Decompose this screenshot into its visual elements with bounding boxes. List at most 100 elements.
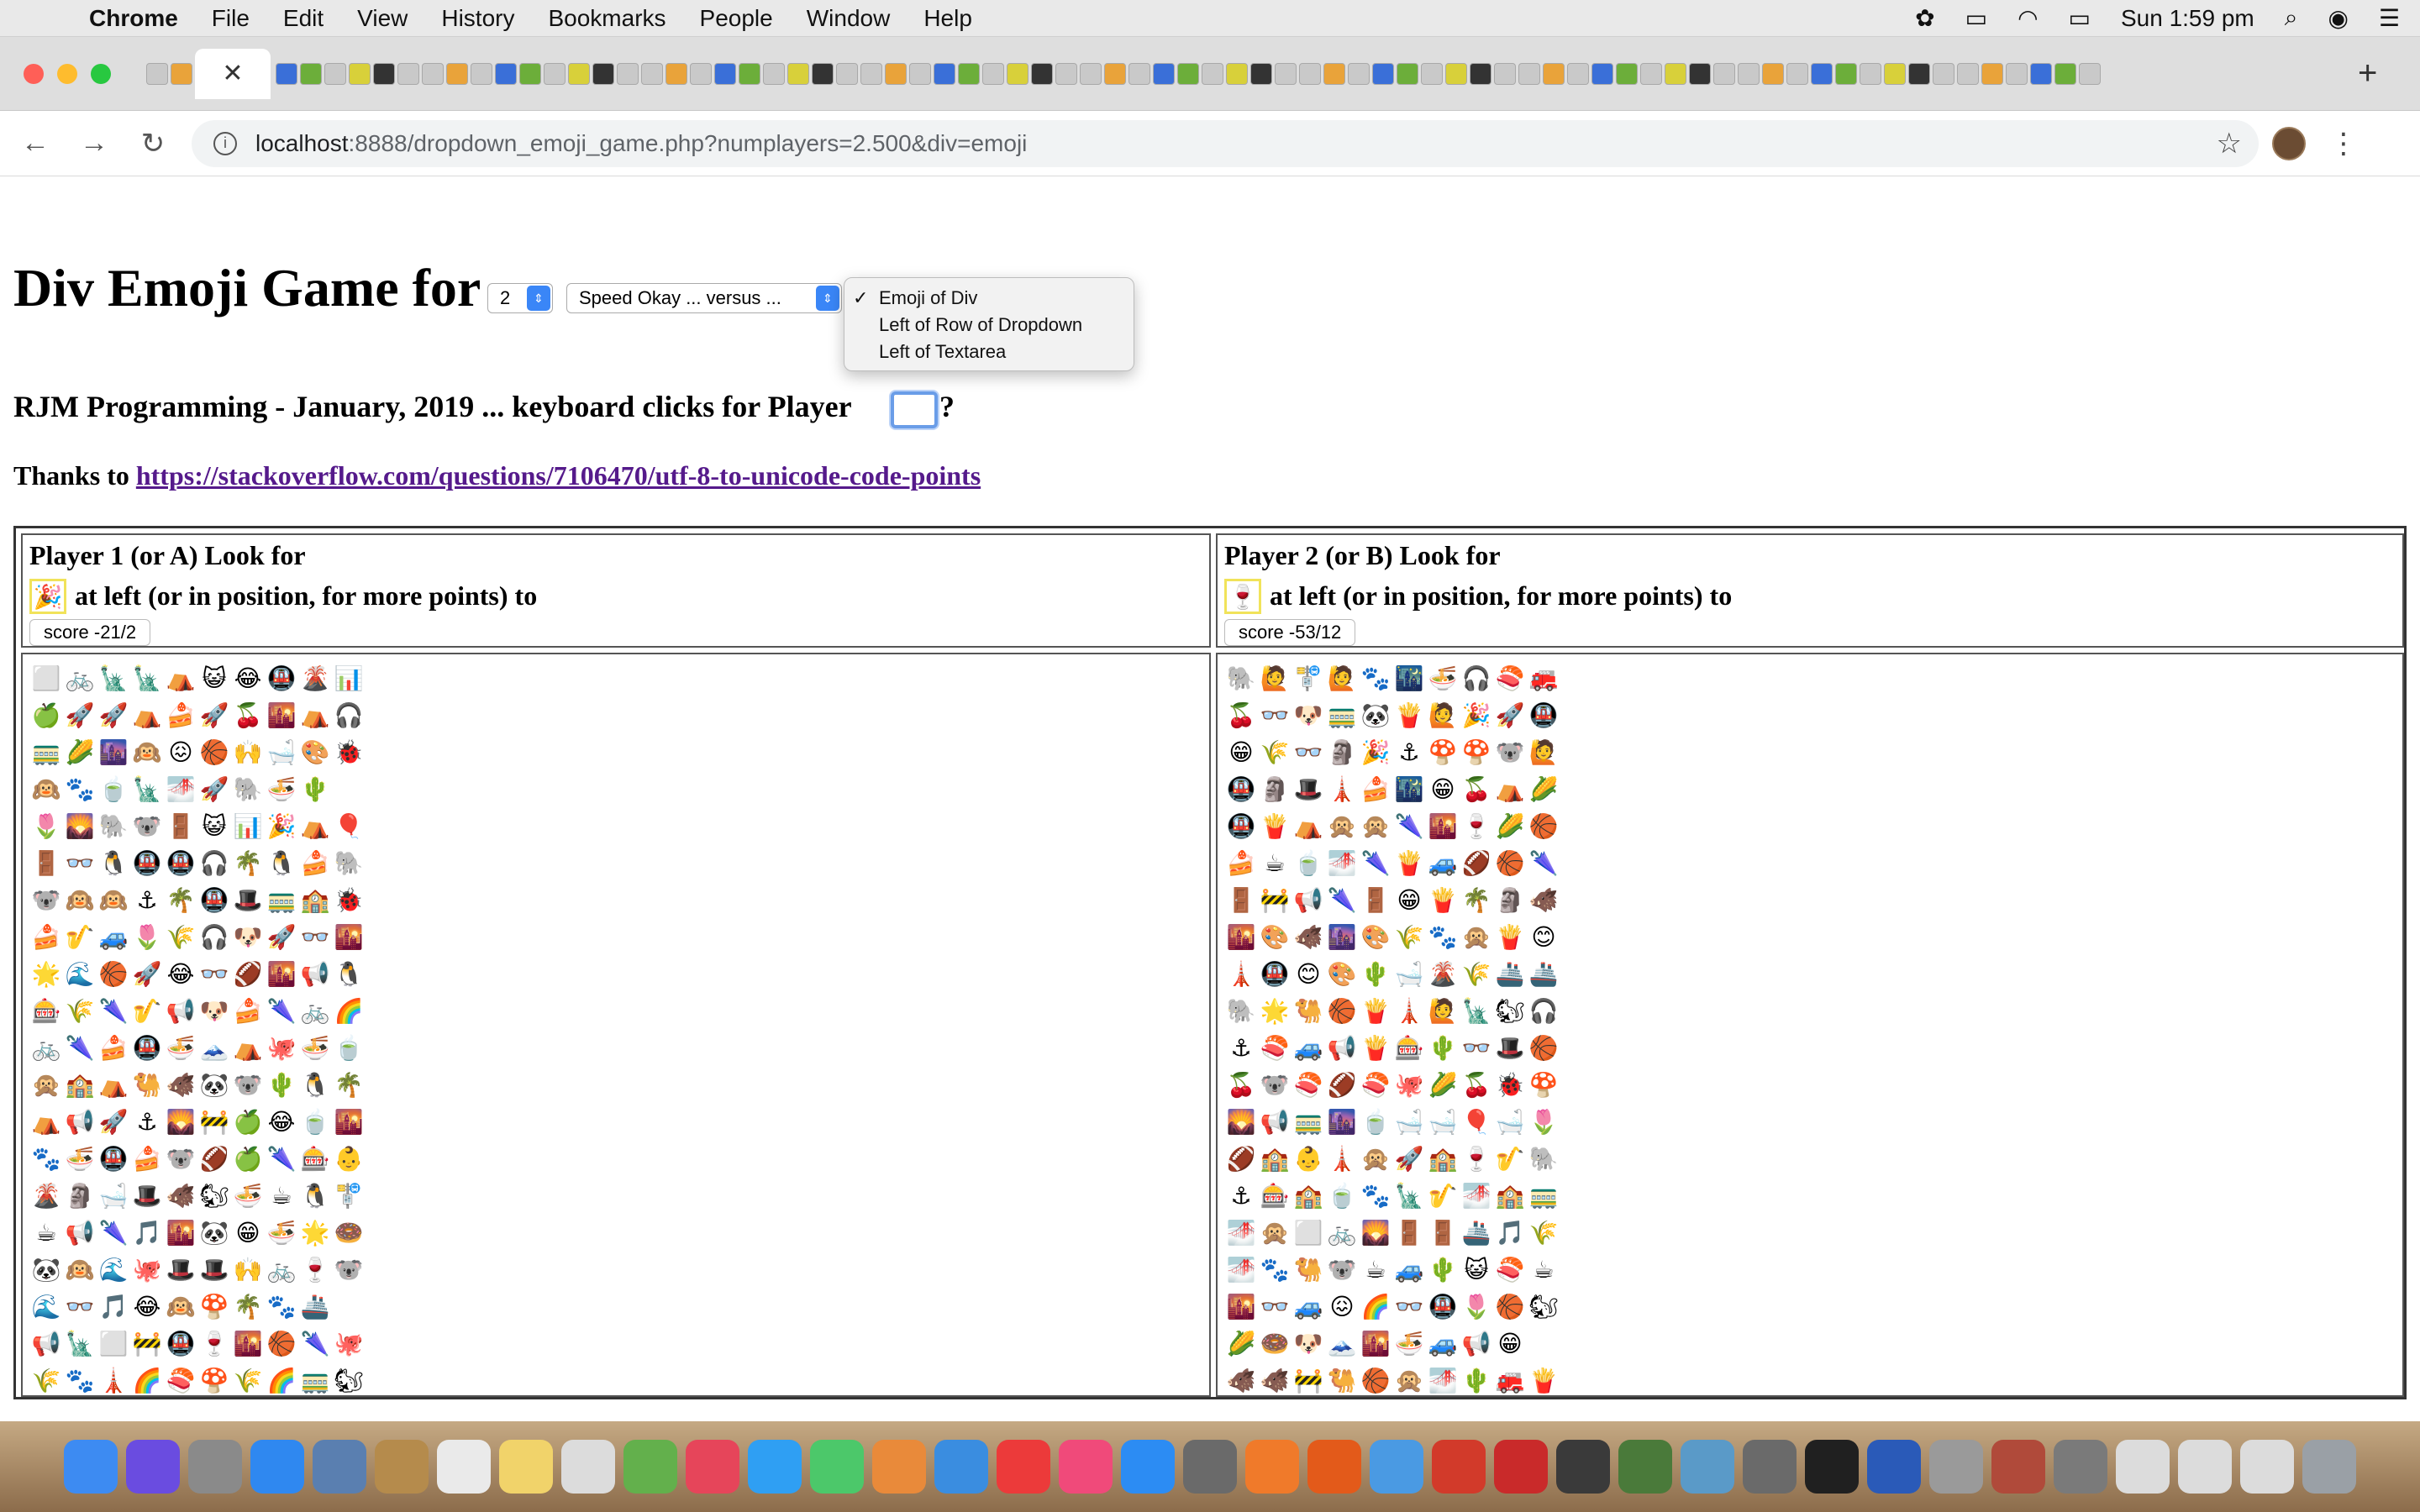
dock-app-icon[interactable] xyxy=(1494,1440,1548,1494)
browser-tab[interactable] xyxy=(1860,62,1881,85)
emoji-cell[interactable]: 🌇 xyxy=(1359,1325,1392,1362)
emoji-cell[interactable]: 🌊 xyxy=(63,955,97,992)
emoji-cell[interactable]: 🐨 xyxy=(1325,1251,1359,1288)
emoji-cell[interactable]: 😂 xyxy=(164,955,197,992)
browser-tab[interactable] xyxy=(1908,62,1930,85)
emoji-cell[interactable]: 🚲 xyxy=(1325,1214,1359,1251)
num-players-select[interactable]: 2 ⇕ xyxy=(487,283,553,313)
emoji-cell[interactable]: 🚒 xyxy=(1493,1362,1527,1399)
emoji-cell[interactable]: ⬜ xyxy=(1292,1214,1325,1251)
emoji-cell[interactable]: ⛺ xyxy=(298,807,332,844)
emoji-cell[interactable]: 🎵 xyxy=(97,1288,130,1325)
emoji-cell[interactable]: 🍏 xyxy=(29,696,63,733)
dock-app-icon[interactable] xyxy=(1991,1440,2045,1494)
emoji-cell[interactable]: 👓 xyxy=(197,955,231,992)
emoji-cell[interactable]: 🌴 xyxy=(231,844,265,881)
emoji-cell[interactable]: 🛁 xyxy=(265,733,298,770)
emoji-cell[interactable]: 🐾 xyxy=(1258,1251,1292,1288)
emoji-cell[interactable]: 🗽 xyxy=(130,770,164,807)
emoji-cell[interactable]: 🚙 xyxy=(1426,844,1460,881)
emoji-cell[interactable]: 🍰 xyxy=(1224,844,1258,881)
dock-app-icon[interactable] xyxy=(2054,1440,2107,1494)
dock-app-icon[interactable] xyxy=(2240,1440,2294,1494)
emoji-cell[interactable]: 🍜 xyxy=(1392,1325,1426,1362)
emoji-cell[interactable]: 🏀 xyxy=(197,733,231,770)
menu-app-chrome[interactable]: Chrome xyxy=(89,5,178,32)
emoji-cell[interactable]: 🌋 xyxy=(1426,955,1460,992)
emoji-cell[interactable]: 🍟 xyxy=(1493,918,1527,955)
emoji-cell[interactable]: 🌟 xyxy=(298,1214,332,1251)
emoji-cell[interactable]: 🚒 xyxy=(1527,659,1560,696)
emoji-cell[interactable]: 🐿 xyxy=(1527,1288,1560,1325)
browser-tab[interactable] xyxy=(1933,62,1954,85)
emoji-cell[interactable]: 🌵 xyxy=(265,1066,298,1103)
emoji-cell[interactable]: 🌈 xyxy=(130,1362,164,1399)
dock-app-icon[interactable] xyxy=(561,1440,615,1494)
emoji-cell[interactable]: 🚢 xyxy=(298,1288,332,1325)
emoji-cell[interactable]: 📢 xyxy=(1258,1103,1292,1140)
emoji-cell[interactable]: 😖 xyxy=(164,733,197,770)
emoji-cell[interactable]: 😁 xyxy=(1392,881,1426,918)
browser-tab[interactable] xyxy=(1275,62,1297,85)
emoji-cell[interactable]: ⛺ xyxy=(29,1103,63,1140)
browser-tab[interactable] xyxy=(1470,62,1491,85)
emoji-cell[interactable]: 🌂 xyxy=(63,1029,97,1066)
browser-tab[interactable] xyxy=(495,62,517,85)
emoji-cell[interactable]: 🙋 xyxy=(1325,659,1359,696)
emoji-cell[interactable]: 🚙 xyxy=(1292,1029,1325,1066)
emoji-cell[interactable]: 🍰 xyxy=(231,992,265,1029)
emoji-cell[interactable]: 🙋 xyxy=(1258,659,1292,696)
emoji-cell[interactable]: 🌂 xyxy=(265,1140,298,1177)
player-key-input[interactable] xyxy=(891,391,938,428)
emoji-cell[interactable]: 🐨 xyxy=(130,807,164,844)
address-bar[interactable]: i localhost :8888/dropdown_emoji_game.ph… xyxy=(192,119,2259,167)
emoji-cell[interactable]: 🐼 xyxy=(197,1066,231,1103)
emoji-cell[interactable]: 🎈 xyxy=(1460,1103,1493,1140)
emoji-cell[interactable]: 🍒 xyxy=(1460,1066,1493,1103)
browser-tab[interactable] xyxy=(1250,62,1272,85)
emoji-cell[interactable]: 🍩 xyxy=(332,1214,366,1251)
emoji-cell[interactable]: 🍒 xyxy=(1460,770,1493,807)
emoji-cell[interactable]: 🏫 xyxy=(298,881,332,918)
player-1-score-button[interactable]: score -21/2 xyxy=(29,619,151,646)
emoji-cell[interactable]: 🌇 xyxy=(332,1103,366,1140)
emoji-cell[interactable]: 🙋 xyxy=(1527,733,1560,770)
browser-tab[interactable] xyxy=(1665,62,1686,85)
browser-tab[interactable] xyxy=(1884,62,1906,85)
dock-app-icon[interactable] xyxy=(188,1440,242,1494)
dock-app-icon[interactable] xyxy=(375,1440,429,1494)
emoji-cell[interactable]: 🗼 xyxy=(1325,770,1359,807)
emoji-cell[interactable]: 🏀 xyxy=(1527,807,1560,844)
emoji-cell[interactable]: 🌁 xyxy=(1426,1362,1460,1399)
emoji-cell[interactable]: 🍵 xyxy=(298,1103,332,1140)
emoji-cell[interactable]: 🍟 xyxy=(1258,807,1292,844)
mode-option-emoji-of-div[interactable]: ✓ Emoji of Div xyxy=(844,285,1134,312)
emoji-cell[interactable]: 🚙 xyxy=(1292,1288,1325,1325)
emoji-cell[interactable]: 🏈 xyxy=(197,1140,231,1177)
emoji-cell[interactable]: 🙉 xyxy=(29,770,63,807)
emoji-cell[interactable]: 🐨 xyxy=(231,1066,265,1103)
emoji-cell[interactable]: 🏀 xyxy=(1527,1029,1560,1066)
browser-tab[interactable] xyxy=(471,62,492,85)
emoji-cell[interactable]: 🚇 xyxy=(1224,807,1258,844)
browser-tab[interactable] xyxy=(1348,62,1370,85)
emoji-cell[interactable]: 🐨 xyxy=(29,881,63,918)
emoji-cell[interactable]: 🗽 xyxy=(1460,992,1493,1029)
browser-tab[interactable] xyxy=(885,62,907,85)
clock[interactable]: Sun 1:59 pm xyxy=(2121,5,2254,32)
emoji-cell[interactable]: 🌊 xyxy=(97,1251,130,1288)
emoji-cell[interactable]: 🚀 xyxy=(1392,1140,1426,1177)
browser-tab[interactable] xyxy=(617,62,639,85)
emoji-cell[interactable]: 🐫 xyxy=(1292,1251,1325,1288)
emoji-cell[interactable]: ⛺ xyxy=(231,1029,265,1066)
emoji-cell[interactable]: 🐼 xyxy=(197,1214,231,1251)
dock-app-icon[interactable] xyxy=(1059,1440,1113,1494)
emoji-cell[interactable]: 🌇 xyxy=(231,1325,265,1362)
emoji-cell[interactable]: 😁 xyxy=(1426,770,1460,807)
emoji-cell[interactable]: 🍄 xyxy=(1426,733,1460,770)
emoji-cell[interactable]: 🌵 xyxy=(1426,1251,1460,1288)
browser-tab[interactable] xyxy=(1713,62,1735,85)
emoji-cell[interactable]: 🌄 xyxy=(164,1103,197,1140)
emoji-cell[interactable]: 🙊 xyxy=(1359,807,1392,844)
emoji-cell[interactable]: 🐾 xyxy=(1359,1177,1392,1214)
